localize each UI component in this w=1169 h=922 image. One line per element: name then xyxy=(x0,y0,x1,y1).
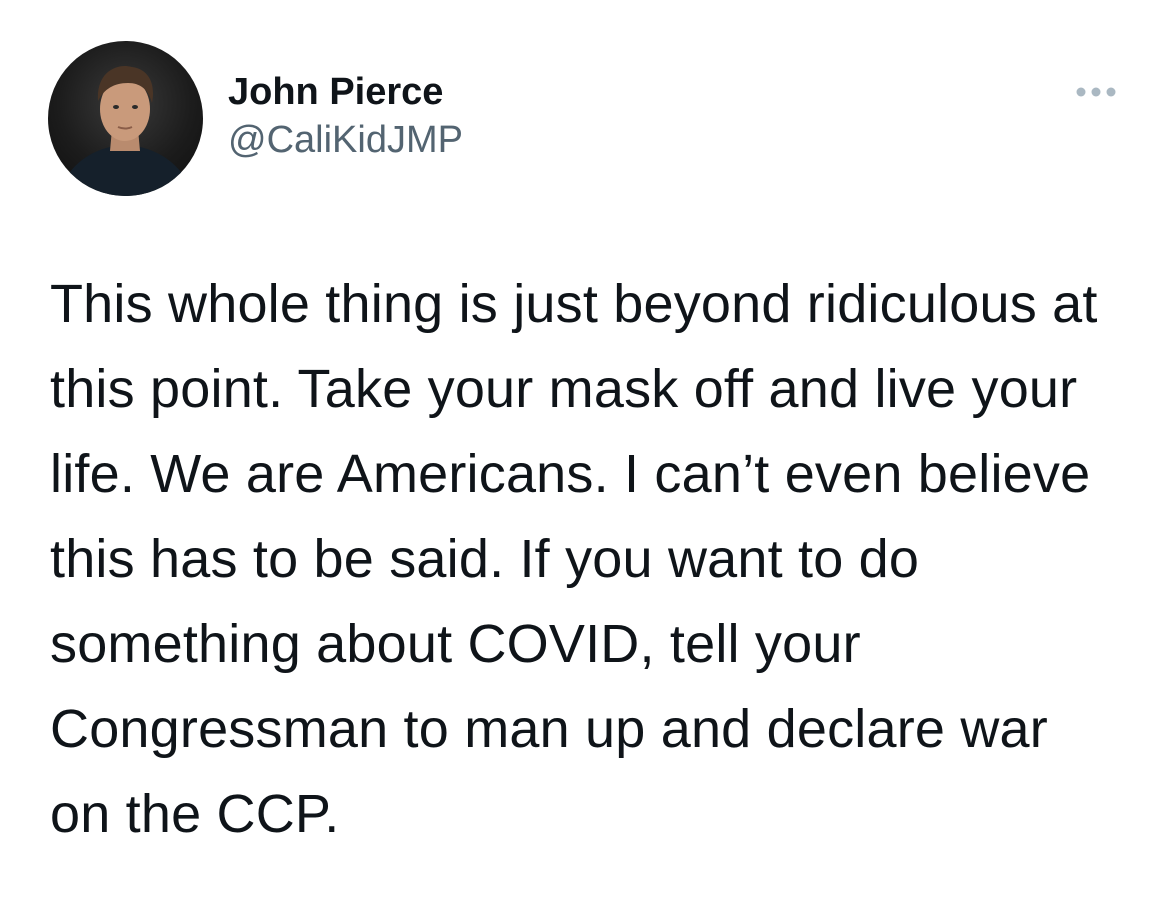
display-name[interactable]: John Pierce xyxy=(228,70,463,114)
avatar-portrait-icon xyxy=(58,66,193,196)
user-handle[interactable]: @CaliKidJMP xyxy=(228,118,463,162)
avatar[interactable] xyxy=(48,41,203,196)
more-horizontal-icon xyxy=(1076,87,1116,97)
tweet-text: This whole thing is just beyond ridiculo… xyxy=(50,274,1098,844)
tweet-card: John Pierce @CaliKidJMP This whole thing… xyxy=(0,0,1169,922)
more-options-button[interactable] xyxy=(1066,72,1126,112)
author-block: John Pierce @CaliKidJMP xyxy=(228,70,463,162)
